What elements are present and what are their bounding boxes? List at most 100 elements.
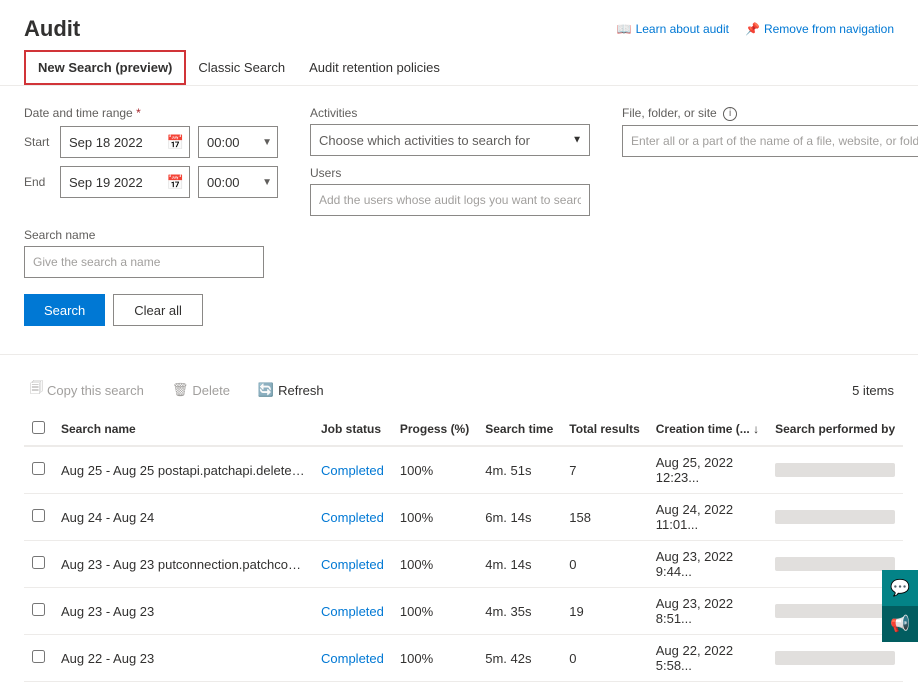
tab-classic-search[interactable]: Classic Search	[186, 50, 297, 85]
start-label: Start	[24, 135, 52, 149]
cell-total-results-2: 0	[561, 541, 647, 588]
cell-job-status-2: Completed	[313, 541, 392, 588]
delete-icon: 🗑	[172, 382, 189, 398]
activities-select-wrapper: Choose which activities to search for ▼	[310, 124, 590, 156]
cell-search-time-3: 4m. 35s	[477, 588, 561, 635]
header: Audit 📖 Learn about audit 📌 Remove from …	[0, 0, 918, 50]
tab-retention-policies[interactable]: Audit retention policies	[297, 50, 452, 85]
end-label: End	[24, 175, 52, 189]
tab-new-search[interactable]: New Search (preview)	[24, 50, 186, 85]
table-row: Aug 23 - Aug 23 Completed 100% 4m. 35s 1…	[24, 588, 903, 635]
file-folder-input[interactable]	[622, 125, 918, 157]
row-checkbox-input-1[interactable]	[32, 509, 45, 522]
row-checkbox-input-2[interactable]	[32, 556, 45, 569]
status-link-1[interactable]: Completed	[321, 510, 384, 525]
cell-search-name-0: Aug 25 - Aug 25 postapi.patchapi.deletea…	[53, 446, 313, 494]
start-date-input[interactable]	[60, 126, 190, 158]
users-group: Users	[310, 166, 590, 216]
col-creation-time[interactable]: Creation time (... ↓	[648, 413, 767, 446]
cell-creation-time-3: Aug 23, 2022 8:51...	[648, 588, 767, 635]
row-checkbox-2	[24, 541, 53, 588]
activities-group: Activities Choose which activities to se…	[310, 106, 590, 156]
table-header-row: Search name Job status Progess (%) Searc…	[24, 413, 903, 446]
cell-job-status-1: Completed	[313, 494, 392, 541]
table-row: Aug 25 - Aug 25 postapi.patchapi.deletea…	[24, 446, 903, 494]
end-date-wrapper: 📅	[60, 166, 190, 198]
cell-performed-by-0	[767, 446, 903, 494]
cell-search-time-1: 6m. 14s	[477, 494, 561, 541]
row-checkbox-1	[24, 494, 53, 541]
end-time-wrapper: ▼	[198, 166, 278, 198]
header-links: 📖 Learn about audit 📌 Remove from naviga…	[617, 22, 894, 36]
learn-about-audit-link[interactable]: 📖 Learn about audit	[617, 22, 729, 36]
row-checkbox-4	[24, 635, 53, 682]
activities-select[interactable]: Choose which activities to search for	[310, 124, 590, 156]
row-checkbox-3	[24, 588, 53, 635]
cell-search-time-2: 4m. 14s	[477, 541, 561, 588]
cell-total-results-4: 0	[561, 635, 647, 682]
select-all-col	[24, 413, 53, 446]
status-link-2[interactable]: Completed	[321, 557, 384, 572]
copy-search-button[interactable]: 🗐 Copy this search	[24, 375, 150, 405]
start-time-input[interactable]	[198, 126, 278, 158]
table-row: Aug 22 - Aug 23 Completed 100% 5m. 42s 0…	[24, 635, 903, 682]
start-date-wrapper: 📅	[60, 126, 190, 158]
status-link-4[interactable]: Completed	[321, 651, 384, 666]
row-checkbox-input-4[interactable]	[32, 650, 45, 663]
users-input[interactable]	[310, 184, 590, 216]
cell-performed-by-1	[767, 494, 903, 541]
cell-search-time-4: 5m. 42s	[477, 635, 561, 682]
search-name-label: Search name	[24, 228, 894, 242]
end-time-input[interactable]	[198, 166, 278, 198]
table-wrapper: Search name Job status Progess (%) Searc…	[0, 413, 918, 682]
row-checkbox-input-3[interactable]	[32, 603, 45, 616]
cell-progress-1: 100%	[392, 494, 477, 541]
cell-creation-time-2: Aug 23, 2022 9:44...	[648, 541, 767, 588]
cell-total-results-0: 7	[561, 446, 647, 494]
feedback-button[interactable]: 📢	[882, 606, 918, 642]
cell-progress-0: 100%	[392, 446, 477, 494]
remove-from-nav-link[interactable]: 📌 Remove from navigation	[745, 22, 894, 36]
performed-by-blurred-4	[775, 651, 895, 665]
feedback-icon: 📢	[890, 614, 910, 634]
toolbar: 🗐 Copy this search 🗑 Delete 🔄 Refresh 5 …	[0, 367, 918, 413]
copy-icon: 🗐	[30, 379, 43, 401]
cell-search-name-2: Aug 23 - Aug 23 putconnection.patchconne…	[53, 541, 313, 588]
search-button[interactable]: Search	[24, 294, 105, 326]
col-search-time: Search time	[477, 413, 561, 446]
pin-icon: 📌	[745, 22, 760, 36]
cell-progress-2: 100%	[392, 541, 477, 588]
delete-button[interactable]: 🗑 Delete	[166, 378, 236, 402]
cell-job-status-3: Completed	[313, 588, 392, 635]
file-folder-group: File, folder, or site i	[622, 106, 918, 157]
col-total-results: Total results	[561, 413, 647, 446]
form-section: Date and time range Start 📅 ▼ End	[0, 106, 918, 342]
performed-by-blurred-0	[775, 463, 895, 477]
activities-label: Activities	[310, 106, 590, 120]
col-search-name: Search name	[53, 413, 313, 446]
cell-progress-4: 100%	[392, 635, 477, 682]
clear-all-button[interactable]: Clear all	[113, 294, 203, 326]
row-checkbox-0	[24, 446, 53, 494]
chat-button[interactable]: 💬	[882, 570, 918, 606]
status-link-3[interactable]: Completed	[321, 604, 384, 619]
refresh-button[interactable]: 🔄 Refresh	[252, 378, 330, 402]
row-checkbox-input-0[interactable]	[32, 462, 45, 475]
cell-progress-3: 100%	[392, 588, 477, 635]
btn-row: Search Clear all	[24, 294, 894, 326]
side-panel: 💬 📢	[882, 570, 918, 642]
info-icon[interactable]: i	[723, 107, 737, 121]
status-link-0[interactable]: Completed	[321, 463, 384, 478]
start-time-wrapper: ▼	[198, 126, 278, 158]
select-all-checkbox[interactable]	[32, 421, 45, 434]
performed-by-blurred-2	[775, 557, 895, 571]
file-folder-section: File, folder, or site i	[622, 106, 918, 157]
file-folder-label: File, folder, or site i	[622, 106, 918, 121]
cell-search-name-1: Aug 24 - Aug 24	[53, 494, 313, 541]
cell-job-status-4: Completed	[313, 635, 392, 682]
end-date-input[interactable]	[60, 166, 190, 198]
cell-total-results-1: 158	[561, 494, 647, 541]
col-progress: Progess (%)	[392, 413, 477, 446]
cell-search-name-3: Aug 23 - Aug 23	[53, 588, 313, 635]
search-name-input[interactable]	[24, 246, 264, 278]
